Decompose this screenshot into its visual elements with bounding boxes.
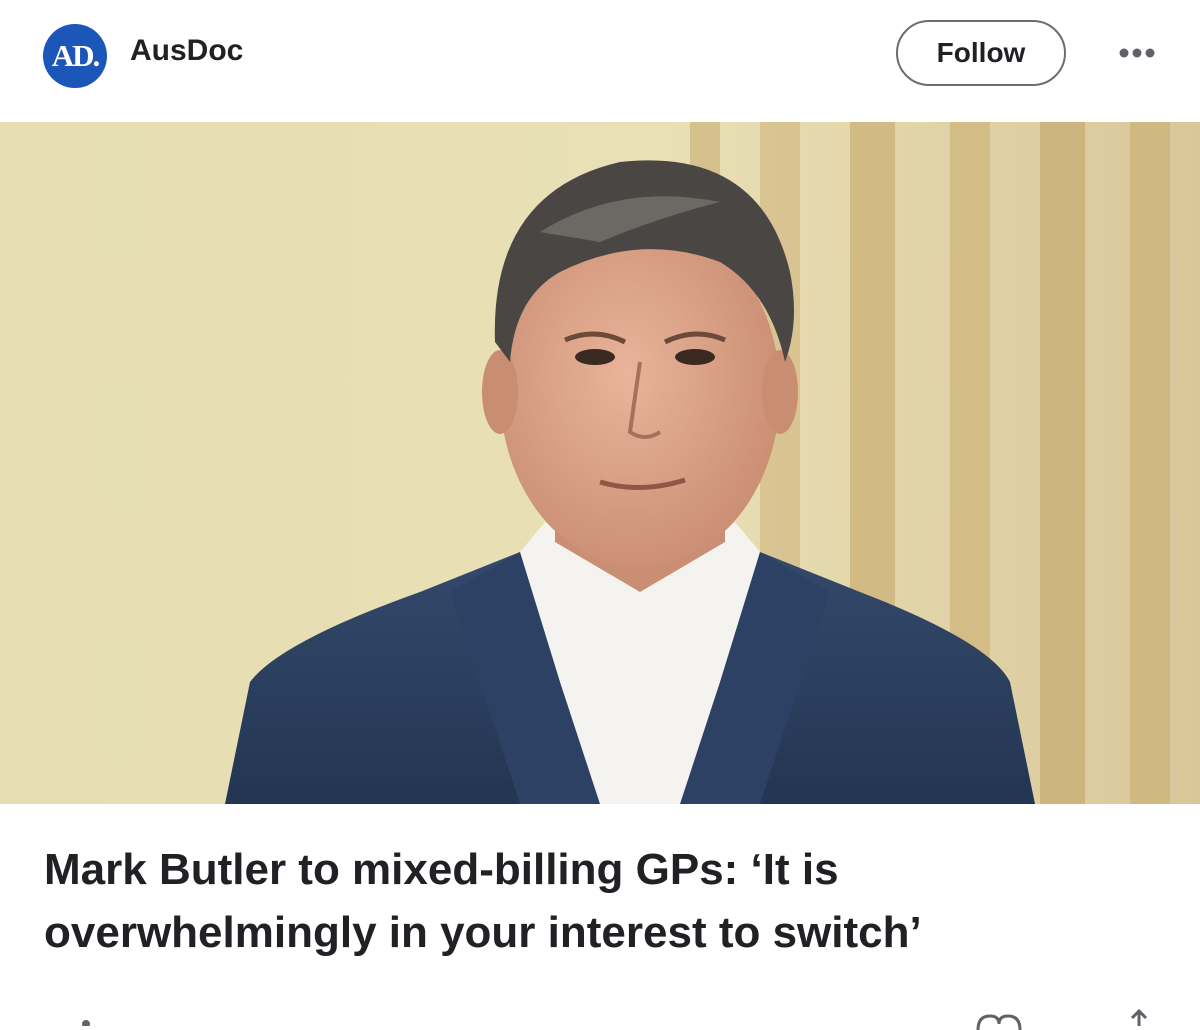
article-image[interactable] xyxy=(0,122,1200,804)
heart-icon[interactable] xyxy=(972,1010,1026,1030)
publisher-logo-text: AD. xyxy=(51,38,101,73)
share-icon[interactable] xyxy=(1124,1006,1154,1026)
follow-button[interactable]: Follow xyxy=(896,20,1066,86)
publisher-name[interactable]: AusDoc xyxy=(130,34,243,68)
action-bar xyxy=(0,1004,1200,1030)
publisher-logo[interactable]: AD. xyxy=(43,24,107,88)
article-header: AD. AusDoc Follow xyxy=(0,0,1200,120)
dot-icon xyxy=(82,1020,90,1026)
more-options-icon[interactable] xyxy=(1112,38,1162,68)
article-headline[interactable]: Mark Butler to mixed-billing GPs: ‘It is… xyxy=(44,838,1164,964)
